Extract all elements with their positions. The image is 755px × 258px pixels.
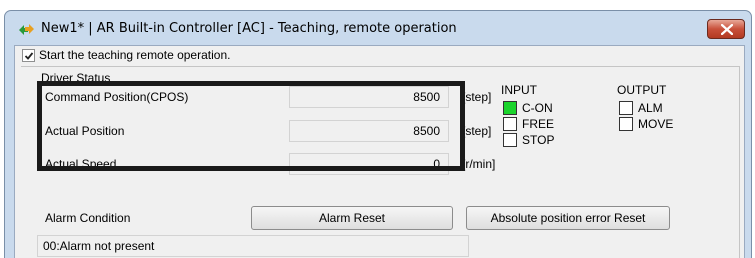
close-icon — [721, 24, 733, 35]
actual-speed-unit: [r/min] — [462, 157, 496, 171]
alarm-reset-button[interactable]: Alarm Reset — [251, 206, 453, 230]
alarm-condition-label: Alarm Condition — [45, 211, 131, 225]
input-indicator-stop — [503, 133, 517, 147]
output-label-move: MOVE — [638, 117, 674, 131]
group-divider — [21, 66, 739, 67]
app-icon — [19, 24, 34, 35]
window-title: New1* | AR Built-in Controller [AC] - Te… — [41, 21, 457, 36]
input-indicator-free — [503, 117, 517, 131]
alarm-status-field: 00:Alarm not present — [37, 235, 469, 257]
content-panel: Start the teaching remote operation. Dri… — [14, 45, 745, 258]
output-label-alm: ALM — [638, 101, 663, 115]
actual-position-unit: [step] — [462, 124, 492, 138]
checkmark-icon — [24, 52, 34, 60]
start-teaching-checkbox[interactable] — [22, 49, 35, 62]
highlight-box — [37, 81, 465, 171]
absolute-position-error-reset-button[interactable]: Absolute position error Reset — [466, 206, 670, 230]
close-button[interactable] — [707, 19, 745, 39]
group-border — [739, 66, 740, 258]
title-bar[interactable]: New1* | AR Built-in Controller [AC] - Te… — [5, 11, 751, 45]
input-label-free: FREE — [522, 117, 555, 131]
app-window: New1* | AR Built-in Controller [AC] - Te… — [4, 10, 752, 258]
input-label-c-on: C-ON — [522, 101, 553, 115]
input-label-stop: STOP — [522, 133, 555, 147]
input-title: INPUT — [501, 83, 537, 97]
input-indicator-c-on — [503, 101, 517, 115]
start-teaching-label: Start the teaching remote operation. — [39, 48, 231, 62]
command-position-unit: [step] — [462, 90, 492, 104]
output-indicator-move — [619, 117, 633, 131]
output-indicator-alm — [619, 101, 633, 115]
output-title: OUTPUT — [617, 83, 667, 97]
